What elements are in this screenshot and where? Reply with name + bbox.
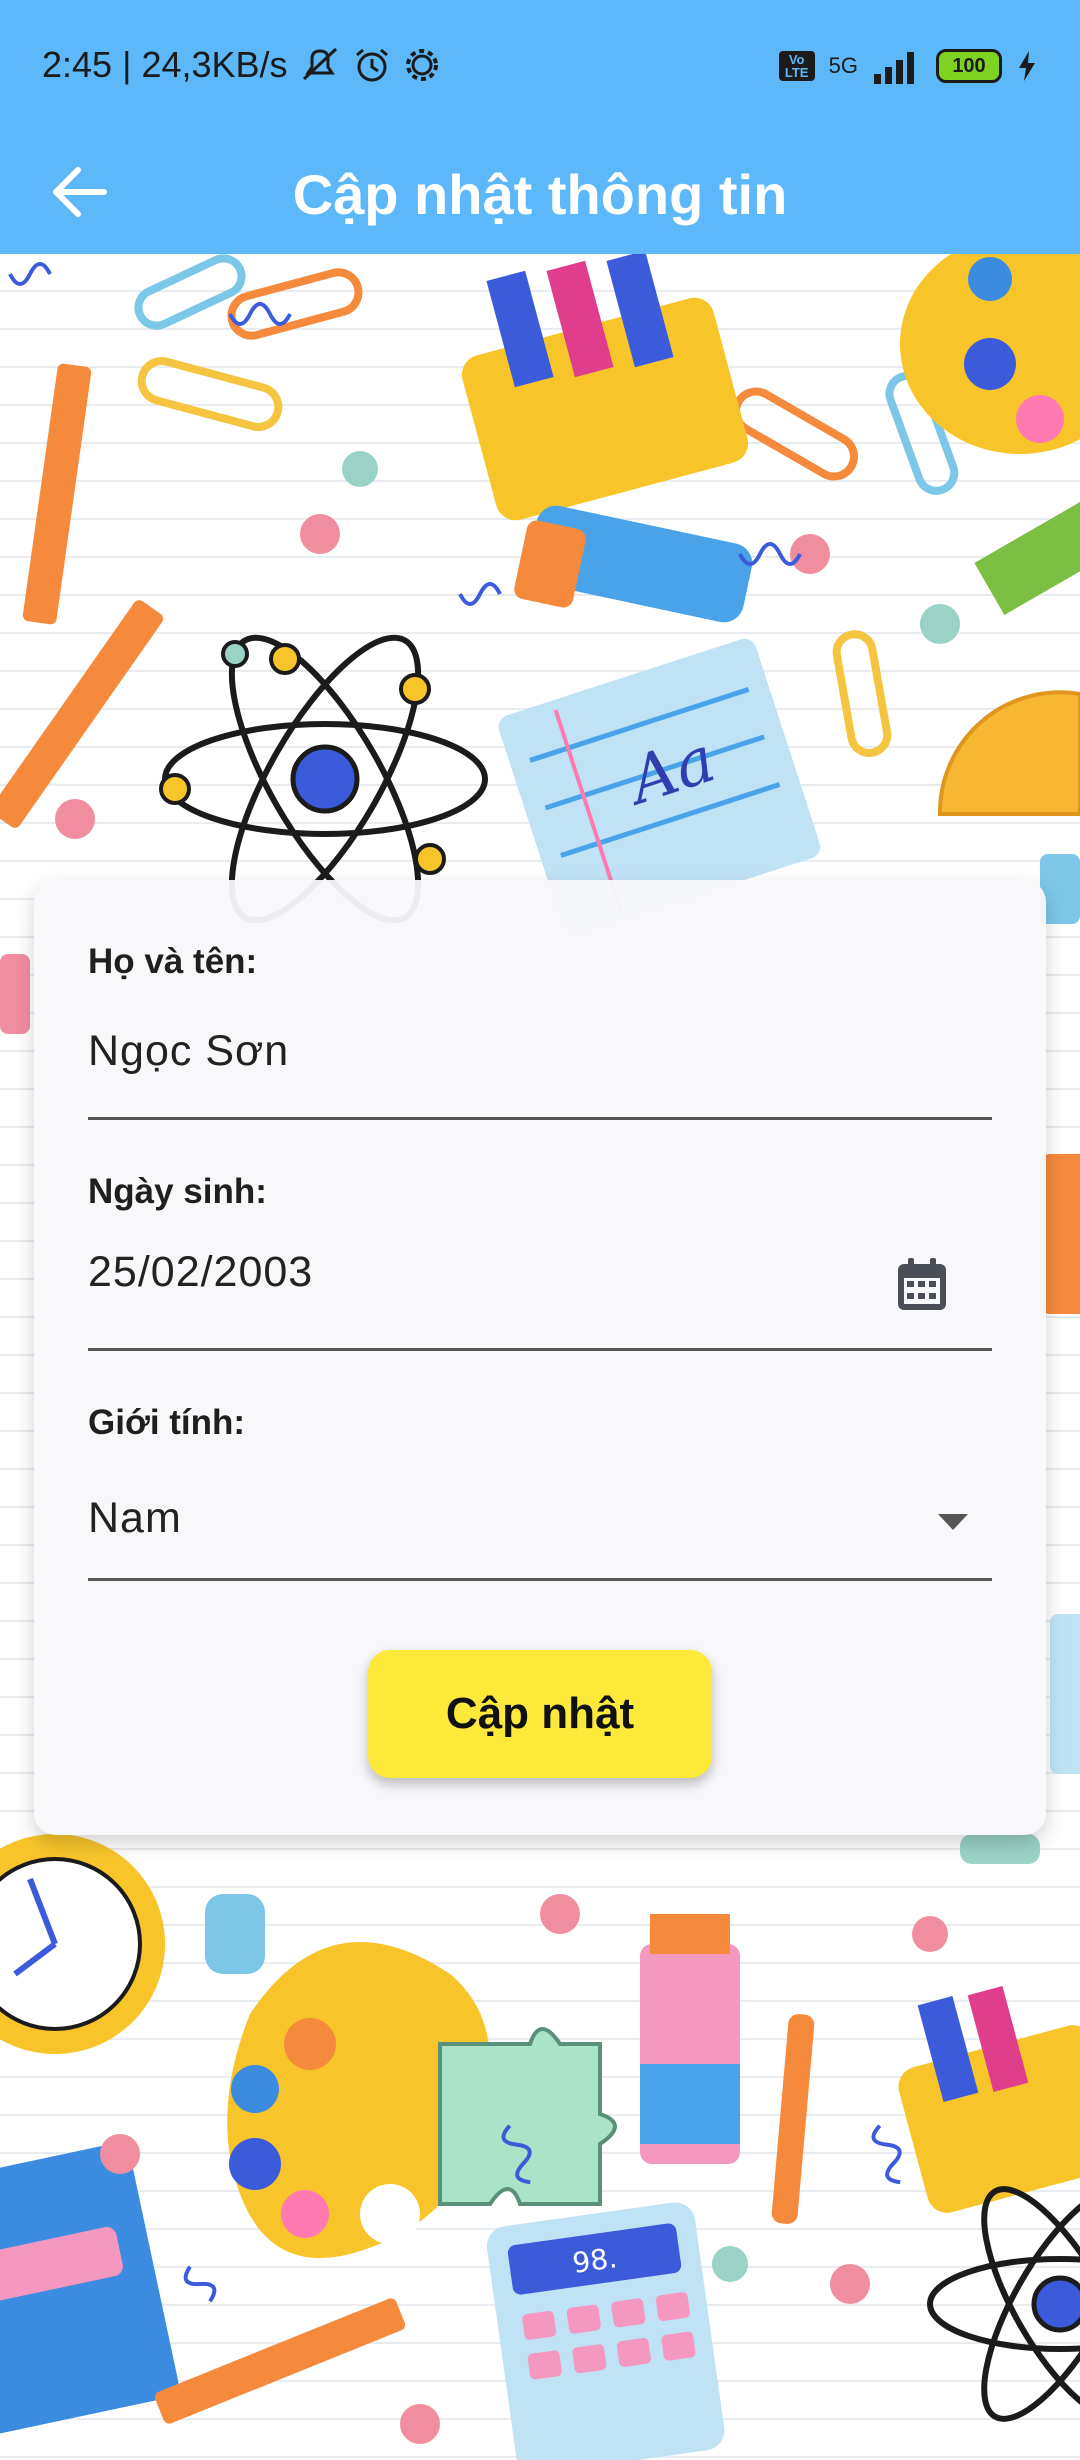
gender-label: Giới tính:: [88, 1403, 246, 1442]
volte-icon: Vo LTE: [778, 51, 815, 81]
status-bar: 2:45 | 24,3KB/s Vo LTE 5G 100: [0, 0, 1080, 136]
birthdate-label: Ngày sinh:: [88, 1172, 267, 1211]
update-form-card: Họ và tên: Ngọc Sơn Ngày sinh: 25/02/200…: [34, 880, 1046, 1835]
gear-icon: [405, 49, 438, 81]
birthdate-input-underline: [88, 1348, 992, 1351]
page-title: Cập nhật thông tin: [292, 163, 788, 226]
network-label: 5G: [828, 53, 858, 78]
charging-icon: [1019, 51, 1035, 81]
status-time: 2:45: [42, 44, 113, 85]
status-right: Vo LTE 5G 100: [778, 48, 1038, 84]
app-bar: Cập nhật thông tin: [0, 136, 1080, 254]
calendar-button[interactable]: [896, 1256, 948, 1312]
name-label: Họ và tên:: [88, 942, 258, 981]
mute-icon: [302, 47, 337, 81]
status-left: 2:45 | 24,3KB/s: [42, 44, 442, 86]
status-separator: |: [122, 44, 132, 85]
update-button[interactable]: Cập nhật: [368, 1650, 712, 1778]
battery-icon: 100: [936, 49, 1002, 83]
gender-select-underline: [88, 1578, 992, 1581]
signal-icon: [874, 52, 914, 84]
birthdate-input[interactable]: 25/02/2003: [88, 1248, 313, 1297]
name-input[interactable]: Ngọc Sơn: [88, 1027, 289, 1076]
svg-text:98.: 98.: [570, 2241, 619, 2280]
gender-select[interactable]: Nam: [88, 1494, 182, 1543]
battery-level: 100: [952, 54, 986, 77]
dropdown-arrow-icon[interactable]: [938, 1514, 968, 1530]
alarm-icon: [355, 48, 388, 82]
calendar-icon: [898, 1258, 946, 1310]
name-input-underline: [88, 1117, 992, 1120]
status-speed: 24,3KB/s: [141, 44, 288, 85]
